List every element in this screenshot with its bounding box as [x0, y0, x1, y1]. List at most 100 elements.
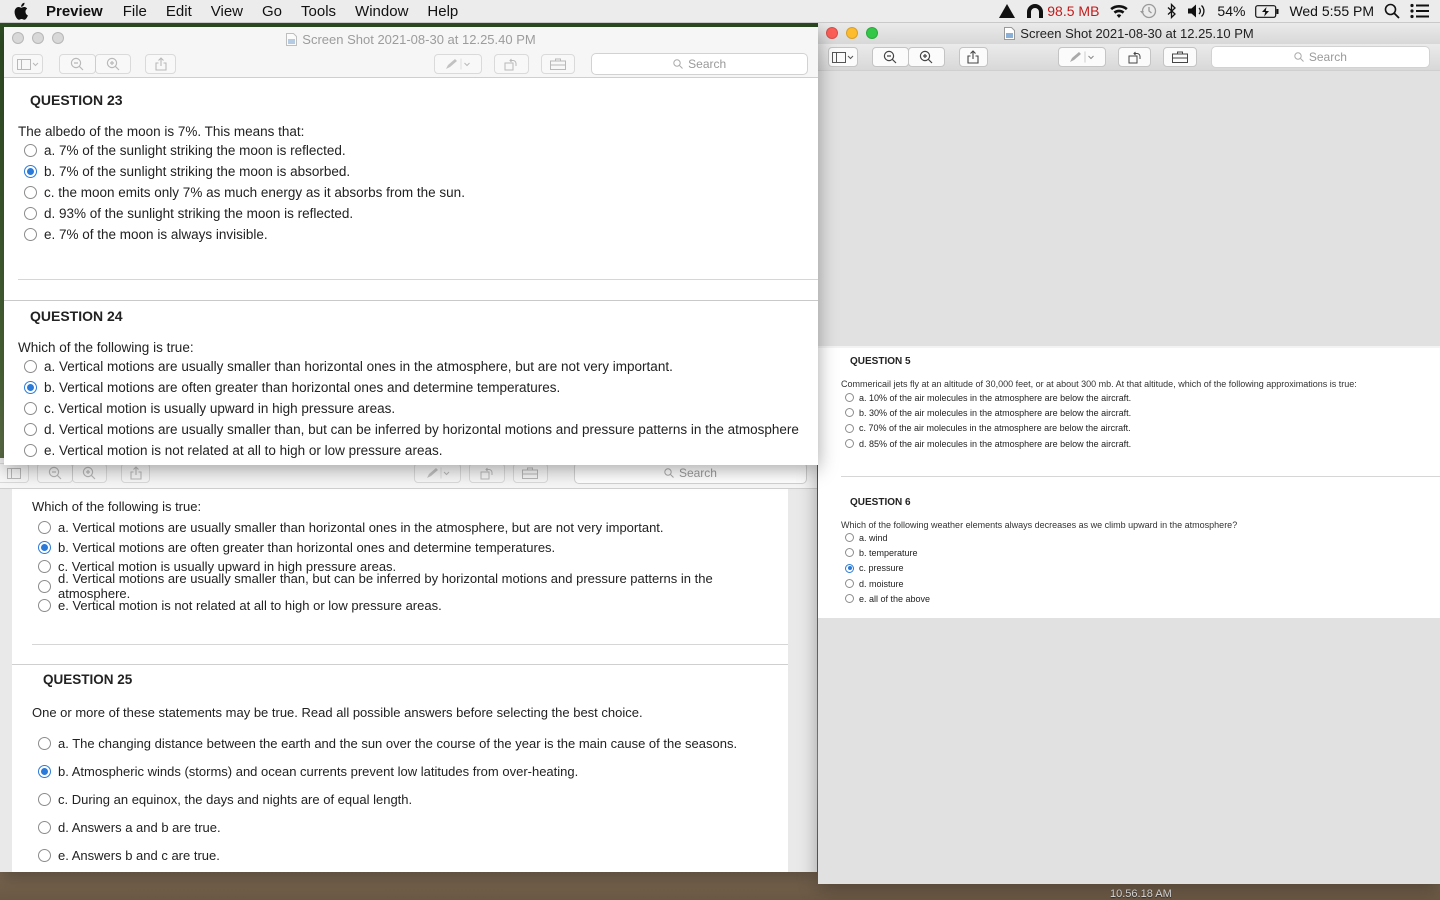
radio-button-selected[interactable] [24, 165, 37, 178]
radio-button-selected[interactable] [845, 563, 854, 573]
radio-button[interactable] [845, 393, 854, 403]
minimize-button[interactable] [32, 32, 44, 44]
option-d[interactable]: d. Vertical motions are usually smaller … [32, 571, 782, 601]
option-b[interactable]: b. Atmospheric winds (storms) and ocean … [32, 757, 782, 785]
radio-button[interactable] [24, 360, 37, 373]
spotlight-icon[interactable] [1384, 3, 1400, 19]
radio-button[interactable] [845, 548, 854, 558]
radio-button[interactable] [38, 521, 51, 535]
radio-button[interactable] [38, 792, 51, 806]
option-c[interactable]: c. During an equinox, the days and night… [32, 785, 782, 813]
radio-button[interactable] [24, 228, 37, 241]
menu-go[interactable]: Go [262, 3, 282, 20]
option-a[interactable]: a. wind [841, 530, 1436, 545]
option-d[interactable]: d. 85% of the air molecules in the atmos… [841, 436, 1436, 451]
zoom-button[interactable] [52, 32, 64, 44]
option-b[interactable]: b. temperature [841, 545, 1436, 560]
option-d[interactable]: d. Answers a and b are true. [32, 813, 782, 841]
clock[interactable]: Wed 5:55 PM [1289, 3, 1374, 19]
menu-edit[interactable]: Edit [166, 3, 192, 20]
option-e[interactable]: e. Answers b and c are true. [32, 841, 782, 869]
radio-button[interactable] [845, 423, 854, 433]
radio-button[interactable] [845, 439, 854, 449]
radio-button[interactable] [38, 599, 51, 613]
option-c[interactable]: c. the moon emits only 7% as much energy… [18, 182, 818, 203]
radio-button[interactable] [24, 207, 37, 220]
rotate-button[interactable] [1118, 47, 1152, 67]
share-button[interactable] [958, 47, 989, 67]
toolbox-button[interactable] [540, 54, 576, 74]
wifi-icon[interactable] [1109, 4, 1129, 19]
markup-button[interactable] [1058, 47, 1107, 67]
option-a[interactable]: a. Vertical motions are usually smaller … [18, 356, 818, 377]
radio-button[interactable] [38, 579, 51, 593]
radio-button[interactable] [845, 594, 854, 604]
option-e[interactable]: e. 7% of the moon is always invisible. [18, 224, 818, 245]
battery-charging-icon[interactable] [1255, 4, 1279, 18]
option-c[interactable]: c. 70% of the air molecules in the atmos… [841, 421, 1436, 436]
close-button[interactable] [826, 27, 838, 39]
markup-button[interactable] [434, 54, 482, 74]
radio-button-selected[interactable] [38, 764, 51, 778]
close-button[interactable] [12, 32, 24, 44]
radio-button[interactable] [845, 408, 854, 418]
menu-tools[interactable]: Tools [301, 3, 336, 20]
option-a[interactable]: a. Vertical motions are usually smaller … [32, 518, 782, 538]
option-d[interactable]: d. Vertical motions are usually smaller … [18, 419, 818, 440]
memory-monitor[interactable]: 98.5 MB [1025, 2, 1099, 20]
drive-icon[interactable] [999, 4, 1016, 18]
option-b[interactable]: b. 30% of the air molecules in the atmos… [841, 405, 1436, 420]
radio-button[interactable] [845, 533, 854, 543]
radio-button-selected[interactable] [38, 540, 51, 554]
zoom-out-button[interactable] [37, 463, 73, 483]
radio-button[interactable] [24, 444, 37, 457]
menu-file[interactable]: File [123, 3, 147, 20]
zoom-out-button[interactable] [59, 54, 96, 74]
menu-view[interactable]: View [211, 3, 243, 20]
zoom-in-button[interactable] [907, 47, 945, 67]
share-button[interactable] [120, 463, 151, 483]
markup-button[interactable] [414, 463, 462, 483]
option-c[interactable]: c. pressure [841, 561, 1436, 576]
radio-button[interactable] [24, 423, 37, 436]
radio-button[interactable] [38, 848, 51, 862]
desktop-file-label[interactable]: 10.56.18 AM [1110, 888, 1172, 900]
option-a[interactable]: a. The changing distance between the ear… [32, 729, 782, 757]
sidebar-toggle-button[interactable] [0, 463, 30, 483]
menu-help[interactable]: Help [427, 3, 458, 20]
volume-icon[interactable] [1187, 3, 1207, 19]
radio-button[interactable] [845, 579, 854, 589]
option-e[interactable]: e. all of the above [841, 591, 1436, 606]
radio-button[interactable] [38, 560, 51, 574]
option-e[interactable]: e. Vertical motion is not related at all… [18, 440, 818, 461]
zoom-in-button[interactable] [71, 463, 107, 483]
back-search-field[interactable]: Search [573, 462, 807, 484]
option-b[interactable]: b. 7% of the sunlight striking the moon … [18, 161, 818, 182]
zoom-button[interactable] [866, 27, 878, 39]
right-search-field[interactable]: Search [1210, 46, 1430, 68]
zoom-out-button[interactable] [871, 47, 909, 67]
toolbox-button[interactable] [512, 463, 548, 483]
option-a[interactable]: a. 7% of the sunlight striking the moon … [18, 140, 818, 161]
option-c[interactable]: c. Vertical motion is usually upward in … [18, 398, 818, 419]
radio-button[interactable] [38, 820, 51, 834]
zoom-in-button[interactable] [94, 54, 132, 74]
option-d[interactable]: d. 93% of the sunlight striking the moon… [18, 203, 818, 224]
radio-button-selected[interactable] [24, 381, 37, 394]
rotate-button[interactable] [493, 54, 529, 74]
rotate-button[interactable] [469, 463, 505, 483]
time-machine-icon[interactable] [1139, 3, 1157, 19]
option-d[interactable]: d. moisture [841, 576, 1436, 591]
notification-center-icon[interactable] [1410, 3, 1430, 19]
radio-button[interactable] [24, 144, 37, 157]
menu-window[interactable]: Window [355, 3, 408, 20]
sidebar-toggle-button[interactable] [828, 47, 858, 67]
battery-percent[interactable]: 54% [1217, 3, 1245, 19]
front-search-field[interactable]: Search [591, 53, 808, 75]
toolbox-button[interactable] [1163, 47, 1197, 67]
minimize-button[interactable] [846, 27, 858, 39]
share-button[interactable] [145, 54, 177, 74]
menu-app-name[interactable]: Preview [46, 3, 103, 20]
apple-icon[interactable] [14, 2, 30, 20]
option-b[interactable]: b. Vertical motions are often greater th… [18, 377, 818, 398]
